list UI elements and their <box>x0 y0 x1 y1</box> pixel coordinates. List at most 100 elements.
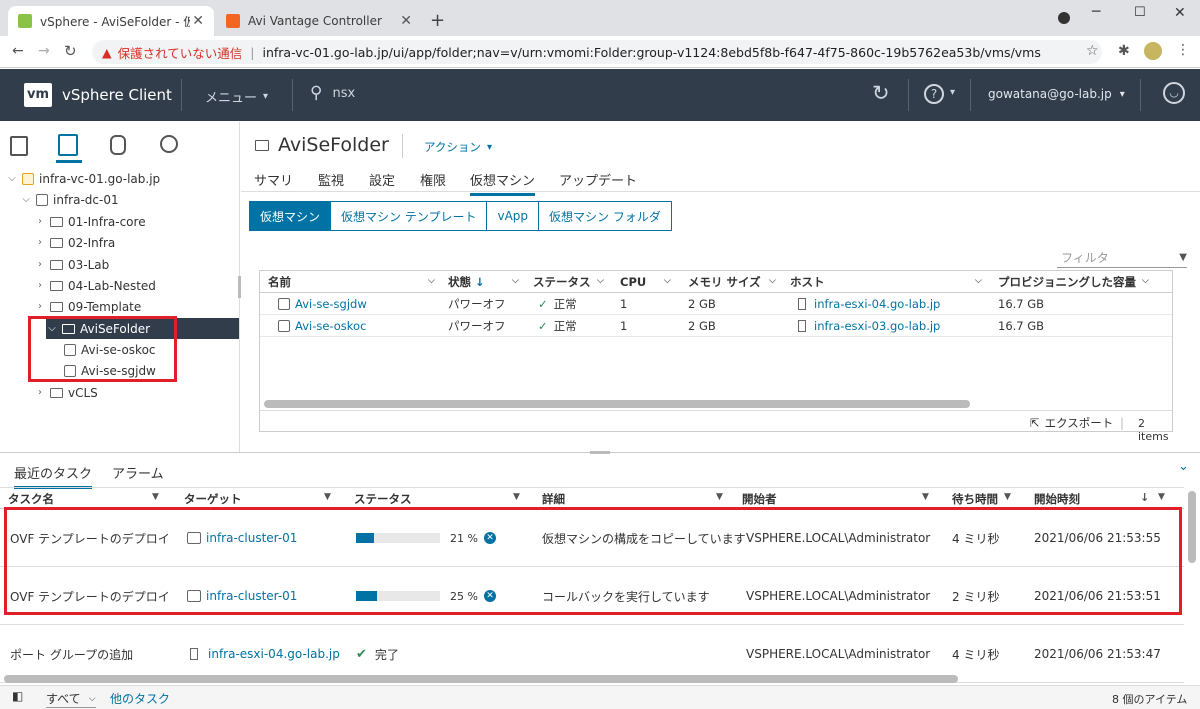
tab-alarms[interactable]: アラーム <box>112 463 164 482</box>
profile-dropdown-icon[interactable] <box>1058 12 1070 24</box>
target-link[interactable]: infra-esxi-04.go-lab.jp <box>208 647 340 661</box>
hosts-clusters-icon[interactable] <box>10 136 28 156</box>
storage-icon[interactable] <box>110 135 126 155</box>
tab-recent-tasks[interactable]: 最近のタスク <box>14 463 93 489</box>
chevron-right-icon[interactable]: › <box>34 237 46 248</box>
chevron-down-icon[interactable]: ⌵ <box>428 276 435 286</box>
chevron-down-icon[interactable]: ⌵ <box>1142 276 1149 286</box>
back-icon[interactable]: ← <box>12 43 24 59</box>
browser-tab-vsphere[interactable]: vSphere - AviSeFolder - 仮想マシン ✕ <box>8 6 214 36</box>
filter-icon[interactable]: ▼ <box>1004 492 1011 502</box>
close-icon[interactable]: ✕ <box>192 13 204 29</box>
tab-divider <box>241 191 1200 192</box>
url-box[interactable]: ▲ 保護されていない通信 | infra-vc-01.go-lab.jp/ui/… <box>92 40 1102 64</box>
column-header-provisioned[interactable]: プロビジョニングした容量 <box>990 271 1154 293</box>
tree-item-folder[interactable]: › 01-Infra-core <box>0 211 240 232</box>
kebab-menu-icon[interactable]: ⋮ <box>1176 42 1190 58</box>
subtab-vm-templates[interactable]: 仮想マシン テンプレート <box>330 201 488 231</box>
tree-item-folder[interactable]: › 03-Lab <box>0 254 240 275</box>
chevron-right-icon[interactable]: › <box>34 216 46 227</box>
tab-monitor[interactable]: 監視 <box>318 170 344 189</box>
filter-icon[interactable]: ▼ <box>922 492 929 502</box>
bookmark-star-icon[interactable]: ☆ <box>1086 43 1099 59</box>
tree-item-datacenter[interactable]: ⌵ infra-dc-01 <box>0 189 240 210</box>
subtab-vms[interactable]: 仮想マシン <box>249 201 332 231</box>
new-tab-icon[interactable]: + <box>430 10 445 31</box>
tree-item-folder[interactable]: › 04-Lab-Nested <box>0 275 240 296</box>
column-header-state[interactable]: 状態 ↓ <box>440 271 522 293</box>
window-close-icon[interactable]: ✕ <box>1174 5 1186 21</box>
tree-item-vcenter[interactable]: ⌵ infra-vc-01.go-lab.jp <box>0 168 240 189</box>
chevron-down-icon[interactable]: ⌵ <box>769 276 776 286</box>
chevron-right-icon[interactable]: › <box>34 280 46 291</box>
reload-icon[interactable]: ↻ <box>64 42 77 60</box>
divider <box>908 79 909 111</box>
sort-down-icon[interactable]: ↓ <box>1140 491 1149 504</box>
search-input[interactable]: nsx <box>332 86 355 101</box>
chevron-right-icon[interactable]: › <box>34 387 46 398</box>
subtab-vapp[interactable]: vApp <box>486 201 540 231</box>
maximize-icon[interactable]: ☐ <box>1134 5 1146 20</box>
extensions-icon[interactable]: ✱ <box>1118 43 1130 59</box>
refresh-icon[interactable]: ↻ <box>872 81 890 105</box>
filter-icon[interactable]: ▼ <box>1158 492 1165 502</box>
tab-permissions[interactable]: 権限 <box>420 170 446 189</box>
tree-item-folder[interactable]: › 02-Infra <box>0 232 240 253</box>
filter-icon[interactable]: ▼ <box>152 492 159 502</box>
tab-vms[interactable]: 仮想マシン <box>470 170 536 196</box>
collapse-panel-icon[interactable]: ⌄ <box>1178 459 1189 474</box>
avatar[interactable] <box>1144 42 1162 60</box>
tab-summary[interactable]: サマリ <box>254 170 293 189</box>
filter-icon[interactable]: ▼ <box>324 492 331 502</box>
tree-item-folder[interactable]: › 09-Template <box>0 296 240 317</box>
user-menu[interactable]: gowatana@go-lab.jp ▾ <box>988 87 1125 101</box>
horizontal-scrollbar[interactable] <box>4 675 958 683</box>
chevron-down-icon[interactable]: ▾ <box>950 87 955 98</box>
vm-name-link[interactable]: Avi-se-sgjdw <box>295 297 367 311</box>
task-filter-select[interactable]: すべて ⌵ <box>46 690 96 708</box>
host-icon <box>798 298 806 310</box>
filter-icon[interactable]: ▼ <box>1179 252 1187 263</box>
task-wait: 4 ミリ秒 <box>952 647 1000 662</box>
feedback-smiley-icon[interactable]: ◡ <box>1163 82 1185 104</box>
chevron-down-icon[interactable]: ⌵ <box>20 194 32 205</box>
host-link[interactable]: infra-esxi-04.go-lab.jp <box>814 297 940 311</box>
tab-updates[interactable]: アップデート <box>559 170 637 189</box>
vm-name-link[interactable]: Avi-se-oskoc <box>295 319 366 333</box>
close-icon[interactable]: ✕ <box>400 13 412 29</box>
column-header-host[interactable]: ホスト <box>782 271 986 293</box>
chevron-down-icon[interactable]: ⌵ <box>6 173 18 184</box>
tree-item-folder[interactable]: › vCLS <box>0 382 240 403</box>
menu-button[interactable]: メニュー ▾ <box>205 87 268 106</box>
chevron-right-icon[interactable]: › <box>34 301 46 312</box>
filter-icon[interactable]: ▼ <box>716 492 723 502</box>
chevron-down-icon[interactable]: ⌵ <box>975 276 982 286</box>
export-button[interactable]: ⇱ エクスポート <box>1030 415 1113 431</box>
column-header-name[interactable]: 名前 <box>260 271 438 293</box>
browser-tab-avi[interactable]: Avi Vantage Controller ✕ <box>216 6 422 36</box>
toggle-panel-icon[interactable]: ◧ <box>12 689 23 703</box>
chevron-down-icon[interactable]: ⌵ <box>512 276 519 286</box>
minimize-icon[interactable]: ─ <box>1092 4 1100 20</box>
tab-configure[interactable]: 設定 <box>369 170 395 189</box>
actions-menu[interactable]: アクション ▾ <box>424 139 492 155</box>
more-tasks-link[interactable]: 他のタスク <box>110 690 170 707</box>
table-row[interactable]: Avi-se-sgjdw パワーオフ ✓ 正常 1 2 GB infra-esxi… <box>260 293 1172 315</box>
column-header-memory[interactable]: メモリ サイズ <box>680 271 780 293</box>
forward-icon[interactable]: → <box>38 43 50 59</box>
filter-icon[interactable]: ▼ <box>513 492 520 502</box>
networking-icon[interactable] <box>160 135 178 153</box>
help-icon[interactable]: ? <box>924 84 944 104</box>
vms-templates-icon[interactable] <box>58 134 78 156</box>
subtab-vm-folders[interactable]: 仮想マシン フォルダ <box>538 201 672 231</box>
host-link[interactable]: infra-esxi-03.go-lab.jp <box>814 319 940 333</box>
table-row[interactable]: Avi-se-oskoc パワーオフ ✓ 正常 1 2 GB infra-esxi… <box>260 315 1172 337</box>
search-box[interactable]: ⚲ nsx <box>310 83 355 103</box>
horizontal-scrollbar[interactable] <box>264 400 970 408</box>
chevron-right-icon[interactable]: › <box>34 259 46 270</box>
filter-input[interactable]: フィルタ ▼ <box>1057 248 1187 268</box>
panel-resize-handle[interactable] <box>590 451 610 454</box>
chevron-down-icon[interactable]: ⌵ <box>664 276 671 286</box>
chevron-down-icon[interactable]: ⌵ <box>597 276 604 286</box>
vertical-scrollbar[interactable] <box>1188 491 1196 563</box>
